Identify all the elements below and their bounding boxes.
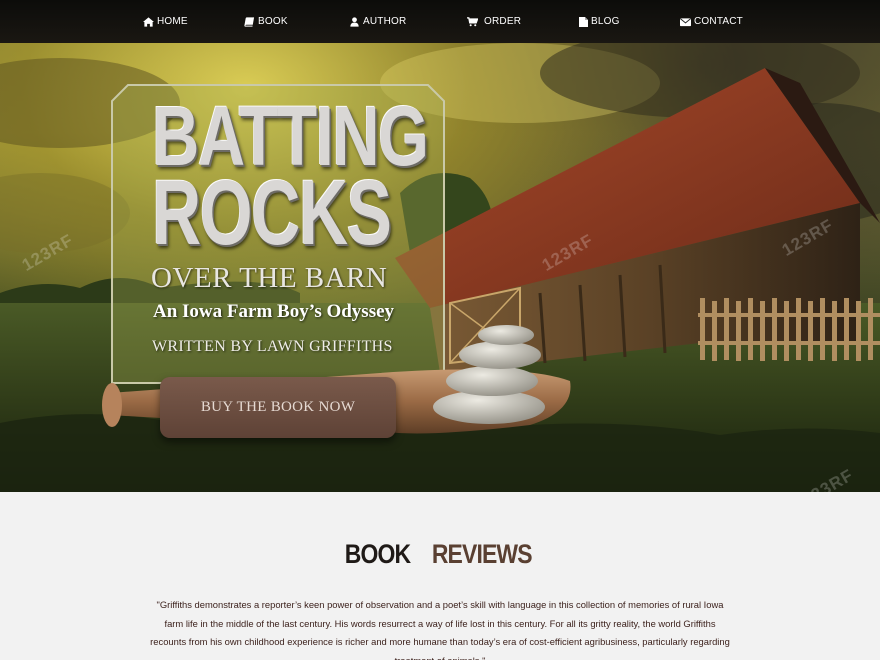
reviews-heading: BOOK REVIEWS bbox=[0, 539, 880, 570]
cart-icon bbox=[467, 16, 478, 27]
buy-book-button[interactable]: BUY THE BOOK NOW bbox=[160, 377, 396, 438]
file-icon bbox=[579, 16, 588, 27]
nav-label: AUTHOR bbox=[363, 16, 407, 27]
top-nav: HOME BOOK AUTHOR ORDER BLOG CONTACT bbox=[0, 0, 880, 43]
envelope-icon bbox=[680, 17, 691, 27]
nav-book[interactable]: BOOK bbox=[244, 0, 288, 43]
nav-blog[interactable]: BLOG bbox=[579, 0, 620, 43]
book-icon bbox=[244, 16, 255, 27]
hero-banner: 123RF 123RF 123RF 123RF bbox=[0, 43, 880, 492]
nav-label: CONTACT bbox=[694, 16, 743, 27]
hero-background-image bbox=[0, 43, 880, 492]
review-quote: "Griffiths demonstrates a reporter’s kee… bbox=[150, 599, 730, 660]
nav-author[interactable]: AUTHOR bbox=[349, 0, 406, 43]
reviews-heading-part1: BOOK bbox=[345, 539, 411, 569]
book-title-line2: ROCKS bbox=[152, 162, 392, 264]
nav-contact[interactable]: CONTACT bbox=[680, 0, 743, 43]
reviews-heading-part2: REVIEWS bbox=[431, 539, 533, 569]
book-tagline: An Iowa Farm Boy’s Odyssey bbox=[153, 301, 395, 322]
nav-label: BLOG bbox=[591, 16, 620, 27]
nav-label: ORDER bbox=[484, 16, 522, 27]
nav-label: BOOK bbox=[258, 16, 288, 27]
nav-home[interactable]: HOME bbox=[143, 0, 188, 43]
book-byline: WRITTEN BY LAWN GRIFFITHS bbox=[152, 338, 393, 355]
nav-label: HOME bbox=[157, 16, 188, 27]
book-subtitle: OVER THE BARN bbox=[151, 262, 388, 294]
home-icon bbox=[143, 16, 154, 27]
user-icon bbox=[349, 16, 360, 27]
nav-order[interactable]: ORDER bbox=[467, 0, 521, 43]
